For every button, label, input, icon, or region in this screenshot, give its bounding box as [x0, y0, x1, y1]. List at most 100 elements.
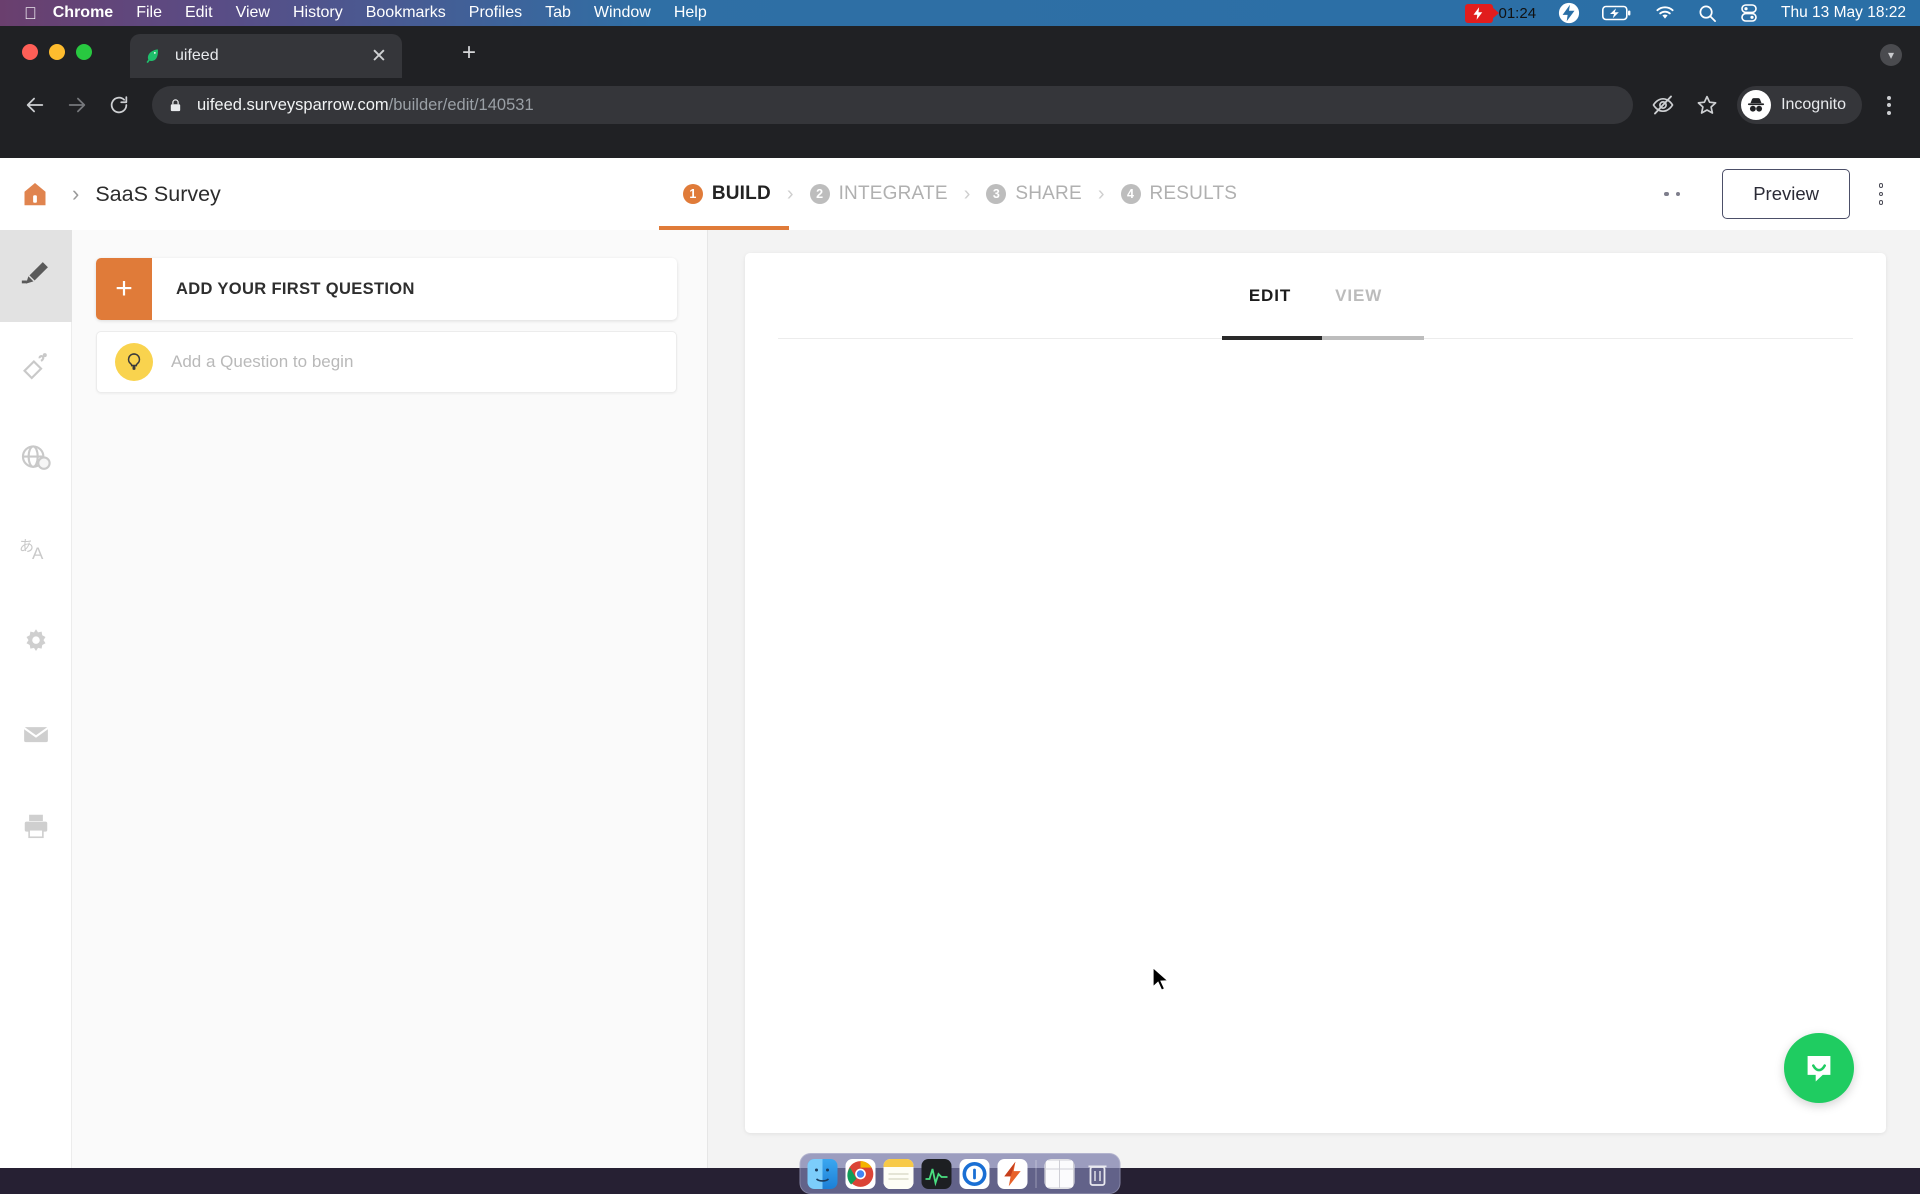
active-step-underline: [659, 226, 789, 230]
paint-brush-theme-icon: [20, 350, 52, 387]
rail-item-settings[interactable]: [0, 598, 72, 690]
step-separator: ›: [963, 182, 971, 205]
tab-strip: uifeed ✕ + ▾: [0, 26, 1920, 78]
step-share[interactable]: 3 SHARE: [986, 183, 1082, 205]
vertical-three-dot-icon[interactable]: [1864, 183, 1898, 205]
menu-bar-clock[interactable]: Thu 13 May 18:22: [1781, 4, 1906, 22]
add-first-question-button[interactable]: + ADD YOUR FIRST QUESTION: [96, 258, 677, 320]
printer-icon: [21, 811, 51, 846]
chrome-window: uifeed ✕ + ▾ uifeed.surveysparrow.com/bu…: [0, 26, 1920, 1168]
control-center-icon[interactable]: [1739, 3, 1759, 23]
address-bar[interactable]: uifeed.surveysparrow.com/builder/edit/14…: [152, 86, 1634, 124]
incognito-icon: [1741, 90, 1772, 120]
menu-bar-status-items: 01:24 Thu 13 May 18:22: [1464, 2, 1906, 24]
intercom-chat-icon[interactable]: [1784, 1033, 1854, 1103]
two-dot-icon[interactable]: [1664, 191, 1681, 197]
dock-item-finder[interactable]: [807, 1158, 838, 1189]
arrow-right-icon[interactable]: [56, 84, 98, 126]
step-label: INTEGRATE: [838, 183, 948, 204]
new-tab-button[interactable]: +: [455, 40, 483, 68]
menu-item-file[interactable]: File: [136, 4, 162, 22]
menu-item-chrome[interactable]: Chrome: [53, 4, 113, 22]
reload-icon[interactable]: [98, 84, 140, 126]
left-icon-rail: あ A: [0, 230, 72, 1168]
menu-item-help[interactable]: Help: [674, 4, 707, 22]
rail-item-language[interactable]: あ A: [0, 506, 72, 598]
dock-item-notes[interactable]: [883, 1158, 914, 1189]
screen-recording-icon: [1464, 3, 1499, 23]
step-label: BUILD: [711, 183, 771, 204]
url-host: uifeed.surveysparrow.com: [197, 95, 389, 114]
three-dot-menu-icon[interactable]: [1872, 95, 1906, 115]
dock-item-flash-app[interactable]: [997, 1158, 1028, 1189]
step-number: 4: [1120, 184, 1141, 204]
rail-item-mail[interactable]: [0, 690, 72, 782]
rail-item-print[interactable]: [0, 782, 72, 874]
step-build[interactable]: 1 BUILD: [682, 183, 771, 205]
wifi-icon[interactable]: [1654, 5, 1676, 21]
menu-item-view[interactable]: View: [236, 4, 270, 22]
tab-edit[interactable]: EDIT: [1227, 286, 1313, 322]
dock-item-trash[interactable]: [1083, 1159, 1113, 1189]
apple-logo-icon[interactable]: : [24, 5, 37, 22]
menu-item-profiles[interactable]: Profiles: [469, 4, 522, 22]
plus-icon[interactable]: +: [96, 258, 152, 320]
arrow-left-icon[interactable]: [14, 84, 56, 126]
close-icon[interactable]: ✕: [368, 47, 390, 66]
battery-charging-icon[interactable]: [1602, 5, 1632, 21]
macos-menu-bar:  Chrome File Edit View History Bookmark…: [0, 0, 1920, 26]
rail-item-share[interactable]: [0, 414, 72, 506]
envelope-mail-icon: [21, 719, 51, 754]
globe-share-icon: [19, 441, 53, 480]
step-navigation: 1 BUILD › 2 INTEGRATE › 3 SHARE › 4 RESU…: [0, 158, 1920, 230]
add-first-question-label: ADD YOUR FIRST QUESTION: [176, 279, 415, 298]
menu-item-bookmarks[interactable]: Bookmarks: [366, 4, 446, 22]
browser-tab[interactable]: uifeed ✕: [130, 34, 402, 78]
menu-item-tab[interactable]: Tab: [545, 4, 571, 22]
tab-view[interactable]: VIEW: [1313, 286, 1404, 322]
url-path: /builder/edit/140531: [388, 95, 534, 114]
step-number: 2: [809, 184, 830, 204]
app-body: あ A + ADD YOUR FIRST QUESTION Add a Ques…: [0, 230, 1920, 1168]
surveysparrow-favicon: [142, 46, 162, 66]
menu-item-window[interactable]: Window: [594, 4, 651, 22]
step-results[interactable]: 4 RESULTS: [1120, 183, 1238, 205]
maximize-window-button[interactable]: [76, 44, 92, 60]
survey-preview-card: EDIT VIEW: [745, 253, 1886, 1133]
incognito-profile-button[interactable]: Incognito: [1737, 86, 1862, 124]
close-window-button[interactable]: [22, 44, 38, 60]
spotlight-search-icon[interactable]: [1698, 4, 1717, 23]
dock-item-1password[interactable]: [959, 1158, 990, 1189]
menu-item-edit[interactable]: Edit: [185, 4, 213, 22]
step-separator: ›: [786, 182, 794, 205]
minimize-window-button[interactable]: [49, 44, 65, 60]
page-viewport: › SaaS Survey 1 BUILD › 2 INTEGRATE › 3 …: [0, 158, 1920, 1168]
preview-button[interactable]: Preview: [1722, 169, 1850, 219]
step-separator: ›: [1097, 182, 1105, 205]
tab-edit-indicator: [1222, 336, 1322, 340]
header-actions: Preview: [1664, 158, 1898, 230]
macos-dock: [799, 1153, 1121, 1194]
pencil-edit-icon: [19, 257, 53, 296]
menu-item-history[interactable]: History: [293, 4, 343, 22]
recording-time: 01:24: [1498, 4, 1537, 22]
dock-item-downloads-stack[interactable]: [1044, 1158, 1075, 1189]
dock-separator: [1035, 1159, 1037, 1188]
dock-item-activity-monitor[interactable]: [921, 1158, 952, 1189]
screen-recording-status[interactable]: 01:24: [1464, 3, 1537, 23]
step-integrate[interactable]: 2 INTEGRATE: [809, 183, 948, 205]
rail-item-theme[interactable]: [0, 322, 72, 414]
flash-icon[interactable]: [1558, 2, 1580, 24]
empty-state-hint-text: Add a Question to begin: [171, 352, 354, 371]
star-icon[interactable]: [1687, 85, 1727, 125]
profile-label: Incognito: [1781, 96, 1846, 113]
tab-search-icon[interactable]: ▾: [1880, 44, 1902, 66]
svg-text:A: A: [32, 544, 44, 563]
survey-canvas: EDIT VIEW: [708, 230, 1920, 1168]
rail-item-edit[interactable]: [0, 230, 72, 322]
browser-toolbar: uifeed.surveysparrow.com/builder/edit/14…: [0, 78, 1920, 132]
dock-item-chrome[interactable]: [845, 1158, 876, 1189]
window-controls: [22, 44, 92, 60]
translate-language-icon: あ A: [18, 535, 54, 570]
eye-slash-icon[interactable]: [1643, 85, 1683, 125]
